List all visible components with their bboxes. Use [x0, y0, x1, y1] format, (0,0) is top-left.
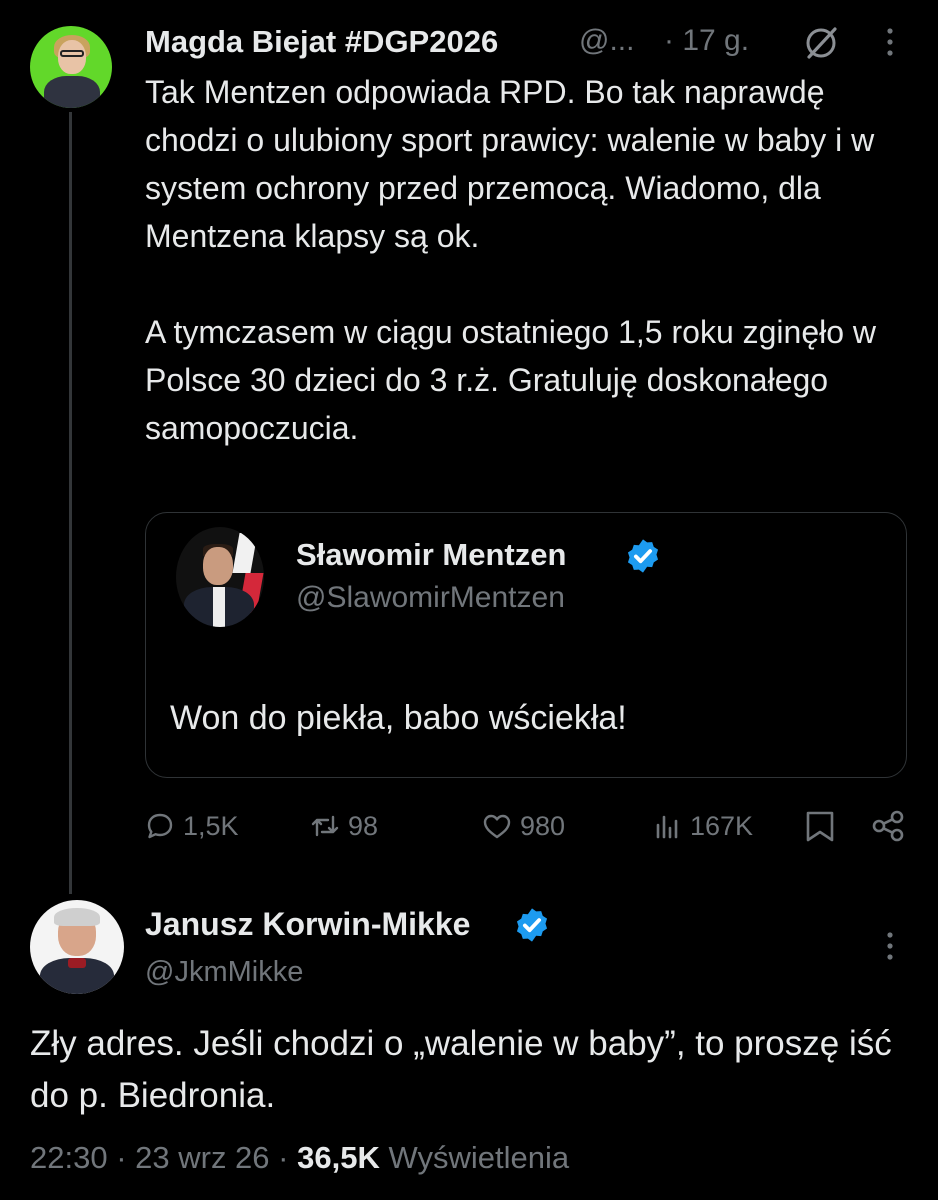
views-count: 167K	[690, 810, 754, 841]
more-icon[interactable]	[878, 930, 902, 962]
like-count: 980	[520, 810, 566, 841]
tweet-text: Tak Mentzen odpowiada RPD. Bo tak napraw…	[145, 68, 885, 452]
separator-dot: ·	[116, 1140, 136, 1175]
share-icon[interactable]	[870, 806, 906, 846]
reply-author-avatar[interactable]	[30, 900, 124, 994]
like-icon	[483, 814, 511, 839]
reply-date[interactable]: 23 wrz 26	[135, 1140, 269, 1175]
author-handle[interactable]: @...	[579, 24, 634, 58]
more-icon[interactable]	[878, 26, 902, 58]
grok-icon[interactable]	[802, 24, 840, 62]
quoted-author-name[interactable]: Sławomir Mentzen	[296, 537, 566, 573]
tweet-paragraph: Tak Mentzen odpowiada RPD. Bo tak napraw…	[145, 74, 875, 254]
verified-badge-icon	[627, 539, 659, 573]
quoted-author-handle[interactable]: @SlawomirMentzen	[296, 581, 565, 615]
repost-count: 98	[348, 810, 379, 841]
repost-icon	[311, 815, 339, 837]
quoted-author-avatar[interactable]	[176, 527, 264, 627]
tweet-time[interactable]: · 17 g.	[664, 24, 749, 58]
reply-button[interactable]: 1,5K	[145, 806, 239, 846]
reply-author-handle[interactable]: @JkmMikke	[145, 956, 303, 989]
repost-button[interactable]: 98	[310, 806, 378, 846]
author-name[interactable]: Magda Biejat #DGP2026	[145, 24, 498, 60]
views-icon	[656, 815, 678, 839]
thread-line	[69, 112, 72, 894]
quoted-tweet-card[interactable]: Sławomir Mentzen @SlawomirMentzen Won do…	[145, 512, 907, 778]
reply-text: Zły adres. Jeśli chodzi o „walenie w bab…	[30, 1024, 892, 1115]
bookmark-icon[interactable]	[804, 806, 836, 846]
reply-time[interactable]: 22:30	[30, 1140, 108, 1175]
separator-dot: ·	[278, 1140, 298, 1175]
reply-author-name[interactable]: Janusz Korwin-Mikke	[145, 906, 470, 943]
author-avatar[interactable]	[30, 26, 112, 108]
views-button[interactable]: 167K	[652, 806, 753, 846]
reply-icon	[147, 813, 173, 839]
like-button[interactable]: 980	[482, 806, 565, 846]
reply-count: 1,5K	[183, 810, 239, 841]
quoted-tweet-text: Won do piekła, babo wściekła!	[170, 699, 627, 737]
reply-meta: 22:30 · 23 wrz 26 · 36,5K Wyświetlenia	[30, 1140, 569, 1176]
reply-views-label: Wyświetlenia	[388, 1140, 570, 1175]
tweet-paragraph: A tymczasem w ciągu ostatniego 1,5 roku …	[145, 314, 877, 446]
reply-views-count: 36,5K	[297, 1140, 380, 1175]
verified-badge-icon	[516, 908, 548, 942]
